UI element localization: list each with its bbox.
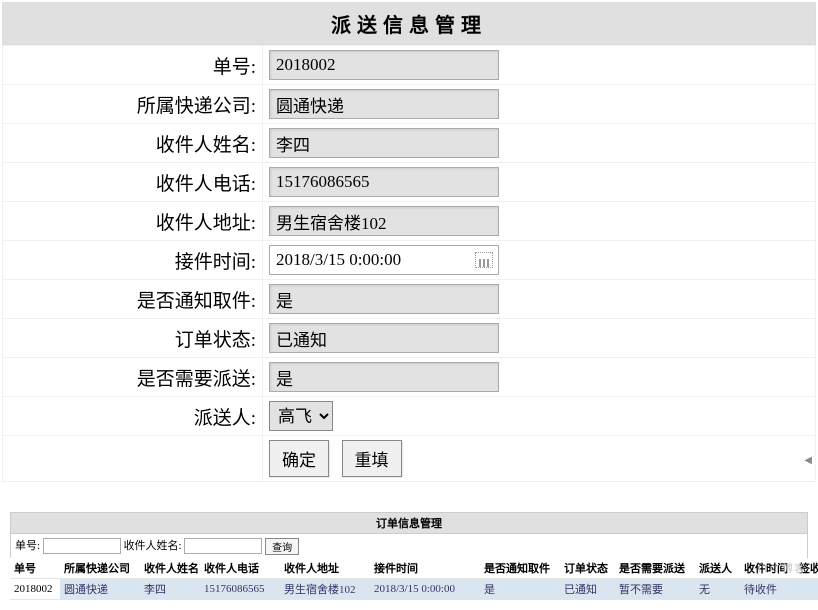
grid-header-row: 单号所属快递公司收件人姓名收件人电话收件人地址接件时间是否通知取件订单状态是否需… — [10, 558, 818, 579]
grid-col-header: 收件人电话 — [200, 558, 280, 579]
recipient-phone-input[interactable] — [269, 167, 499, 197]
list-title: 订单信息管理 — [10, 512, 808, 534]
label-recipient-phone: 收件人电话: — [3, 163, 263, 202]
notified-input[interactable] — [269, 284, 499, 314]
label-company: 所属快递公司: — [3, 85, 263, 124]
recipient-addr-input[interactable] — [269, 206, 499, 236]
search-row: 单号: 收件人姓名: 查询 — [10, 534, 808, 558]
grid-col-header: 派送人 — [695, 558, 740, 579]
label-recipient-name: 收件人姓名: — [3, 124, 263, 163]
courier-select[interactable]: 高飞 — [269, 401, 333, 431]
form-title: 派送信息管理 — [2, 2, 816, 45]
label-receive-time: 接件时间: — [3, 241, 263, 280]
grid-col-header: 收件人地址 — [280, 558, 370, 579]
grid-col-header: 是否通知取件 — [480, 558, 560, 579]
recipient-name-input[interactable] — [269, 128, 499, 158]
grid-col-header: 是否需要派送 — [615, 558, 695, 579]
search-name-label: 收件人姓名: — [124, 540, 182, 552]
order-no-input[interactable] — [269, 50, 499, 80]
grid-col-header: 单号 — [10, 558, 60, 579]
label-order-status: 订单状态: — [3, 319, 263, 358]
search-name-input[interactable] — [184, 538, 262, 554]
grid-col-header: 签收 — [795, 558, 818, 579]
company-input[interactable] — [269, 89, 499, 119]
query-button[interactable]: 查询 — [265, 538, 299, 555]
label-courier: 派送人: — [3, 397, 263, 436]
delivery-form: 单号: 所属快递公司: 收件人姓名: 收件人电话: 收件人地址: 接件时间: 是… — [2, 45, 816, 482]
reset-button[interactable]: 重填 — [342, 440, 402, 477]
grid-col-header: 收件人姓名 — [140, 558, 200, 579]
need-delivery-input[interactable] — [269, 362, 499, 392]
grid-col-header: 所属快递公司 — [60, 558, 140, 579]
table-row[interactable]: 2018002圆通快递李四15176086565男生宿舍楼1022018/3/1… — [10, 578, 818, 599]
submit-button[interactable]: 确定 — [269, 440, 329, 477]
search-order-no-input[interactable] — [43, 538, 121, 554]
label-notified: 是否通知取件: — [3, 280, 263, 319]
label-recipient-addr: 收件人地址: — [3, 202, 263, 241]
expand-caret-icon[interactable]: ◀ — [804, 455, 812, 466]
grid-col-header: 订单状态 — [560, 558, 615, 579]
receive-time-input[interactable] — [269, 245, 499, 275]
order-grid: 单号所属快递公司收件人姓名收件人电话收件人地址接件时间是否通知取件订单状态是否需… — [10, 558, 818, 600]
grid-col-header: 收件时间 — [740, 558, 795, 579]
grid-col-header: 接件时间 — [370, 558, 480, 579]
order-status-input[interactable] — [269, 323, 499, 353]
order-list-section: 订单信息管理 单号: 收件人姓名: 查询 单号所属快递公司收件人姓名收件人电话收… — [10, 512, 808, 600]
calendar-icon[interactable] — [475, 252, 493, 268]
label-order-no: 单号: — [3, 46, 263, 85]
label-need-delivery: 是否需要派送: — [3, 358, 263, 397]
search-order-no-label: 单号: — [15, 540, 40, 552]
